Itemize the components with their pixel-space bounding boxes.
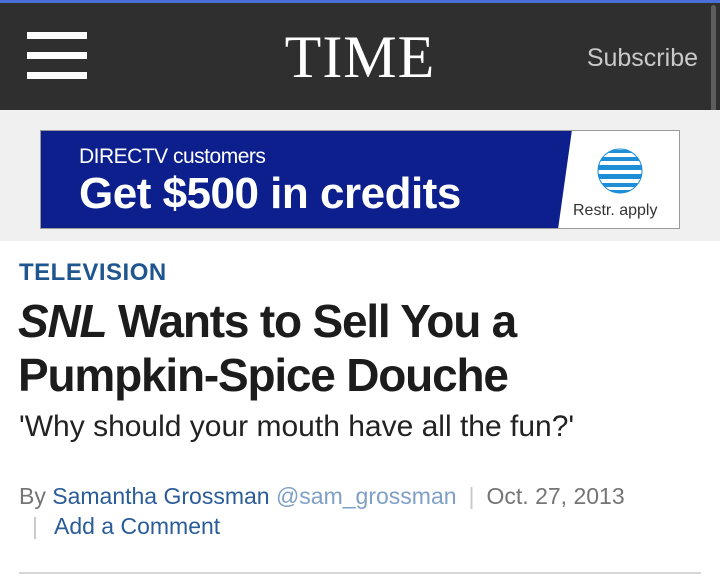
byline: By Samantha Grossman @sam_grossman | Oct. …	[19, 481, 709, 511]
byline-separator: |	[468, 483, 475, 509]
site-header: TIME Subscribe	[0, 3, 720, 110]
byline-prefix: By	[19, 483, 53, 509]
comment-separator: |	[32, 513, 38, 539]
headline-italic: SNL	[18, 295, 108, 347]
article-subtitle: 'Why should your mouth have all the fun?…	[19, 410, 575, 443]
scrollbar[interactable]	[711, 5, 716, 125]
add-comment-link[interactable]: Add a Comment	[54, 513, 220, 539]
ad-line-1: DIRECTV customers	[79, 145, 266, 168]
section-divider	[19, 572, 701, 574]
directv-ad[interactable]: DIRECTV customers Get $500 in credits Re…	[40, 130, 680, 229]
ad-fine-print: Restr. apply	[573, 202, 658, 219]
ad-banner-area: DIRECTV customers Get $500 in credits Re…	[0, 110, 720, 241]
ad-line-2: Get $500 in credits	[79, 169, 461, 218]
att-globe-icon	[597, 148, 643, 194]
article-headline: SNL Wants to Sell You a Pumpkin-Spice Do…	[18, 294, 708, 402]
twitter-handle-link[interactable]: @sam_grossman	[276, 483, 457, 509]
comment-row: | Add a Comment	[32, 511, 220, 541]
author-link[interactable]: Samantha Grossman	[52, 483, 269, 509]
publish-date: Oct. 27, 2013	[486, 483, 625, 509]
subscribe-link[interactable]: Subscribe	[587, 43, 698, 73]
hamburger-menu-icon[interactable]	[27, 32, 87, 80]
site-logo[interactable]: TIME	[260, 25, 460, 89]
category-label[interactable]: TELEVISION	[19, 259, 167, 287]
